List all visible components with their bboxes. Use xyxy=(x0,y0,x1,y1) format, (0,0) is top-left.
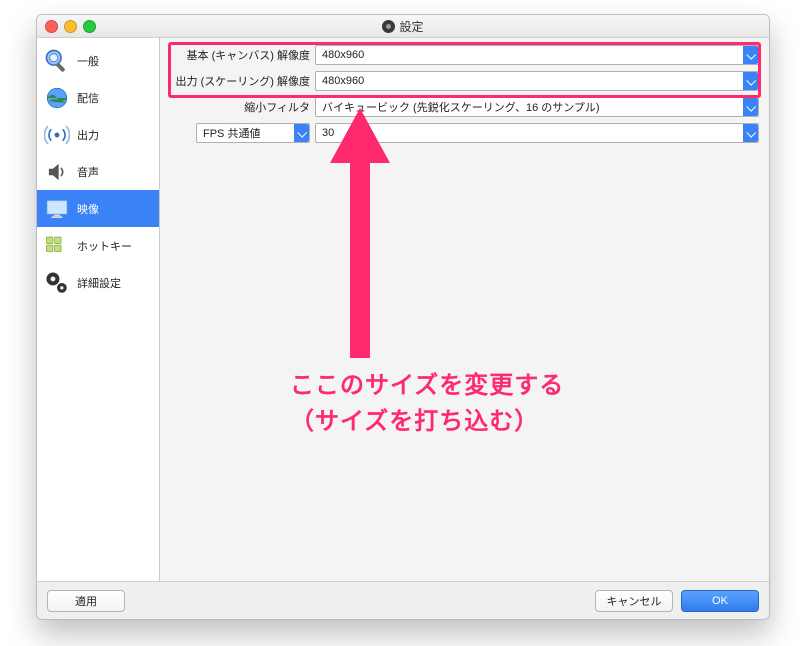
base-resolution-select[interactable]: 480x960 xyxy=(315,45,759,65)
sidebar-item-audio[interactable]: 音声 xyxy=(37,153,159,190)
annotation-arrow-icon xyxy=(320,108,400,358)
apply-button[interactable]: 適用 xyxy=(47,590,125,612)
sidebar-item-label: 音声 xyxy=(77,164,153,180)
titlebar: 設定 xyxy=(37,15,769,38)
sidebar-item-stream[interactable]: 配信 xyxy=(37,79,159,116)
bottom-bar: 適用 キャンセル OK xyxy=(37,581,769,619)
sidebar-item-label: 一般 xyxy=(77,53,153,69)
fps-value-select[interactable]: 30 xyxy=(315,123,759,143)
sidebar-item-label: 詳細設定 xyxy=(77,275,153,291)
annotation-line: （サイズを打ち込む） xyxy=(290,404,564,440)
gear-icon xyxy=(43,269,71,297)
keyboard-icon xyxy=(43,232,71,260)
sidebar-item-video[interactable]: 映像 xyxy=(37,190,159,227)
zoom-icon[interactable] xyxy=(83,20,96,33)
fps-type-value: FPS 共通値 xyxy=(203,125,260,141)
sidebar-item-hotkeys[interactable]: ホットキー xyxy=(37,227,159,264)
fps-type-select[interactable]: FPS 共通値 xyxy=(196,123,310,143)
sidebar-item-label: 出力 xyxy=(77,127,153,143)
window-controls xyxy=(45,20,96,33)
fps-value-text: 30 xyxy=(322,127,334,139)
broadcast-icon xyxy=(43,121,71,149)
downscale-filter-label: 縮小フィルタ xyxy=(170,99,315,115)
annotation-text: ここのサイズを変更する （サイズを打ち込む） xyxy=(290,368,564,440)
minimize-icon[interactable] xyxy=(64,20,77,33)
main-panel: 基本 (キャンバス) 解像度 480x960 出力 (スケーリング) 解像度 4… xyxy=(160,38,769,581)
output-resolution-label: 出力 (スケーリング) 解像度 xyxy=(170,73,315,89)
sidebar-item-label: 配信 xyxy=(77,90,153,106)
downscale-filter-value: バイキュービック (先鋭化スケーリング、16 のサンプル) xyxy=(322,99,600,115)
speaker-icon xyxy=(43,158,71,186)
base-resolution-value: 480x960 xyxy=(322,49,364,61)
sidebar-item-label: 映像 xyxy=(77,201,153,217)
chevron-down-icon xyxy=(743,72,758,90)
monitor-icon xyxy=(43,195,71,223)
window-title: 設定 xyxy=(37,18,769,35)
base-resolution-label: 基本 (キャンバス) 解像度 xyxy=(170,47,315,63)
sidebar-item-general[interactable]: 一般 xyxy=(37,42,159,79)
output-resolution-select[interactable]: 480x960 xyxy=(315,71,759,91)
wrench-icon xyxy=(43,47,71,75)
settings-window: 設定 一般 xyxy=(36,14,770,620)
chevron-down-icon xyxy=(294,124,309,142)
chevron-down-icon xyxy=(743,124,758,142)
output-resolution-value: 480x960 xyxy=(322,75,364,87)
cancel-button[interactable]: キャンセル xyxy=(595,590,673,612)
downscale-filter-select[interactable]: バイキュービック (先鋭化スケーリング、16 のサンプル) xyxy=(315,97,759,117)
sidebar-item-label: ホットキー xyxy=(77,238,153,254)
ok-button[interactable]: OK xyxy=(681,590,759,612)
app-icon xyxy=(382,20,395,33)
annotation-line: ここのサイズを変更する xyxy=(290,368,564,404)
close-icon[interactable] xyxy=(45,20,58,33)
sidebar: 一般 配信 xyxy=(37,38,160,581)
sidebar-item-output[interactable]: 出力 xyxy=(37,116,159,153)
globe-icon xyxy=(43,84,71,112)
chevron-down-icon xyxy=(743,46,758,64)
fps-type-label: FPS 共通値 xyxy=(170,123,315,143)
chevron-down-icon xyxy=(743,98,758,116)
sidebar-item-advanced[interactable]: 詳細設定 xyxy=(37,264,159,301)
